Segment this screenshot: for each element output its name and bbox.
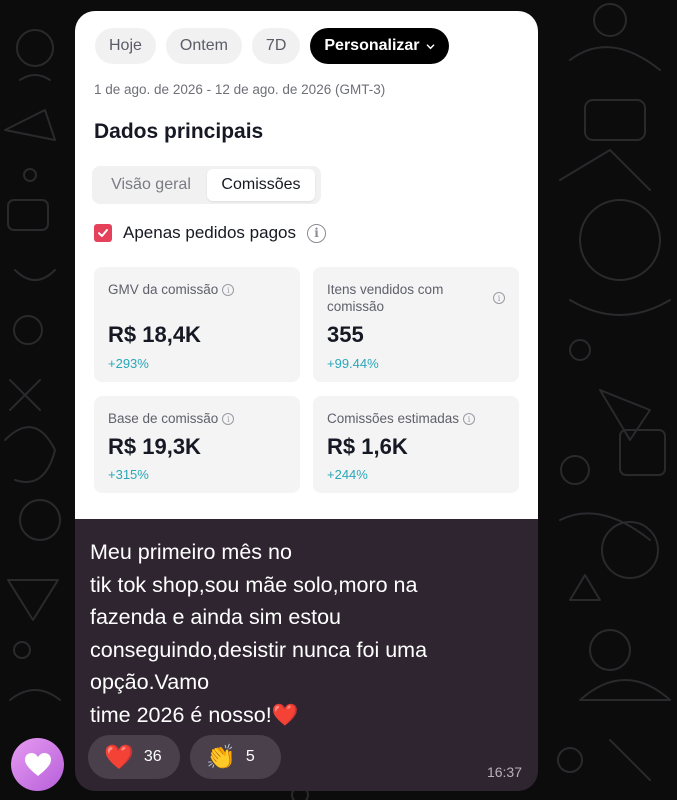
message-body: Meu primeiro mês no tik tok shop,sou mãe…: [90, 540, 428, 727]
metric-label-text: Itens vendidos com comissão: [327, 282, 444, 314]
reaction-count: 36: [143, 748, 162, 765]
metric-label: Itens vendidos com comissão: [327, 281, 477, 315]
metric-change: +315%: [108, 467, 149, 482]
paid-only-label: Apenas pedidos pagos: [123, 223, 296, 242]
metric-label-text: Comissões estimadas: [327, 411, 460, 426]
metric-label: Comissões estimadas i: [327, 410, 476, 427]
metric-card-estimated-commissions: Comissões estimadas i R$ 1,6K +244%: [313, 396, 519, 493]
metric-change: +244%: [327, 467, 368, 482]
info-icon[interactable]: i: [493, 292, 505, 304]
metric-label: GMV da comissão i: [108, 281, 235, 298]
filter-today-button[interactable]: Hoje: [95, 28, 156, 64]
tab-commissions[interactable]: Comissões: [207, 169, 315, 201]
info-icon[interactable]: i: [306, 223, 326, 243]
date-filter-bar: Hoje Ontem 7D Personalizar: [95, 28, 449, 64]
info-icon[interactable]: i: [463, 413, 476, 426]
reaction-clap[interactable]: 👏 5: [190, 735, 281, 779]
message-text: Meu primeiro mês no tik tok shop,sou mãe…: [90, 536, 520, 731]
section-title: Dados principais: [94, 120, 264, 143]
message-bubble[interactable]: Meu primeiro mês no tik tok shop,sou mãe…: [75, 519, 538, 791]
red-heart-icon: ❤️: [104, 743, 134, 771]
reaction-count: 5: [245, 748, 255, 765]
metric-card-items-sold: Itens vendidos com comissão i 355 +99.44…: [313, 267, 519, 382]
metric-value: 355: [327, 322, 364, 347]
paid-only-checkbox[interactable]: [94, 224, 112, 242]
date-range-text: 1 de ago. de 2026 - 12 de ago. de 2026 (…: [94, 82, 386, 97]
metric-change: +99.44%: [327, 356, 379, 371]
filter-yesterday-button[interactable]: Ontem: [165, 28, 242, 64]
metric-card-commission-gmv: GMV da comissão i R$ 18,4K +293%: [94, 267, 300, 382]
white-heart-icon: [24, 752, 51, 776]
commission-dashboard-screenshot: Hoje Ontem 7D Personalizar 1 de ago. de …: [75, 11, 538, 519]
tab-overview[interactable]: Visão geral: [95, 169, 207, 201]
red-heart-emoji-icon: ❤️: [271, 702, 299, 727]
checkmark-icon: [98, 229, 108, 237]
reaction-heart[interactable]: ❤️ 36: [88, 735, 180, 779]
metric-value: R$ 18,4K: [108, 322, 201, 347]
chevron-down-icon: [426, 43, 434, 49]
metric-change: +293%: [108, 356, 149, 371]
metric-label: Base de comissão i: [108, 410, 235, 427]
info-icon[interactable]: i: [222, 413, 235, 426]
metric-value: R$ 1,6K: [327, 434, 408, 459]
message-timestamp: 16:37: [486, 764, 522, 780]
view-segmented-control: Visão geral Comissões: [92, 166, 321, 204]
paid-only-filter: Apenas pedidos pagos i: [94, 223, 326, 243]
info-icon[interactable]: i: [222, 284, 235, 297]
clapping-hands-icon: 👏: [206, 743, 236, 771]
metric-label-text: Base de comissão: [108, 411, 219, 426]
filter-custom-label: Personalizar: [324, 37, 420, 54]
filter-custom-button[interactable]: Personalizar: [310, 28, 449, 64]
reactions-bar: ❤️ 36 👏 5: [88, 735, 281, 779]
avatar[interactable]: [11, 738, 64, 791]
metric-label-text: GMV da comissão: [108, 282, 219, 297]
metric-value: R$ 19,3K: [108, 434, 201, 459]
metric-card-commission-base: Base de comissão i R$ 19,3K +315%: [94, 396, 300, 493]
filter-7d-button[interactable]: 7D: [251, 28, 301, 64]
